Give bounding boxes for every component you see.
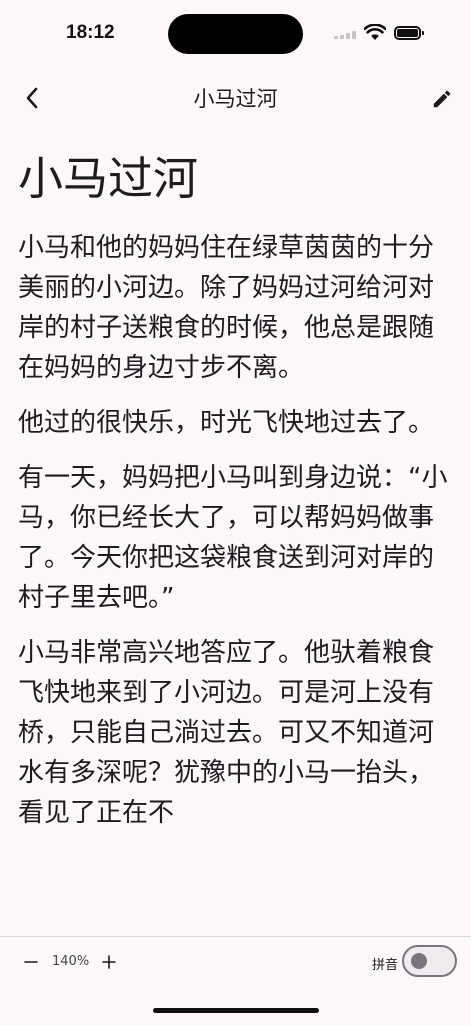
- edit-button[interactable]: [425, 82, 459, 116]
- pinyin-toggle[interactable]: [402, 945, 457, 977]
- signal-icon: [334, 31, 356, 39]
- toggle-thumb: [411, 953, 427, 969]
- chevron-left-icon: [26, 87, 38, 109]
- zoom-in-button[interactable]: [98, 951, 120, 973]
- pinyin-label: 拼音: [372, 958, 399, 973]
- battery-icon: [394, 26, 424, 40]
- minus-icon: [24, 961, 38, 963]
- story-paragraph: 他过的很快乐，时光飞快地过去了。: [18, 408, 435, 438]
- back-button[interactable]: [16, 80, 48, 116]
- dynamic-island: [168, 14, 303, 54]
- plus-icon: [102, 955, 116, 969]
- story-title: 小马过河: [18, 152, 199, 205]
- zoom-level: 140%: [52, 954, 90, 969]
- status-bar: 18:12: [0, 0, 471, 64]
- zoom-out-button[interactable]: [20, 951, 42, 973]
- story-paragraph: 小马和他的妈妈住在绿草茵茵的十分美丽的小河边。除了妈妈过河给河对岸的村子送粮食的…: [18, 233, 435, 383]
- wifi-icon: [364, 24, 386, 40]
- status-time: 18:12: [66, 22, 115, 43]
- app-bar: 小马过河: [0, 74, 471, 122]
- pencil-icon: [433, 90, 451, 108]
- story-paragraph: 有一天，妈妈把小马叫到身边说：“小马，你已经长大了，可以帮妈妈做事了。今天你把这…: [18, 463, 448, 613]
- bottom-toolbar: 140% 拼音: [0, 936, 471, 1025]
- story-content[interactable]: 小马过河 小马和他的妈妈住在绿草茵茵的十分美丽的小河边。除了妈妈过河给河对岸的村…: [18, 142, 458, 936]
- app-bar-title: 小马过河: [193, 87, 278, 111]
- home-indicator: [153, 1008, 319, 1013]
- story-paragraph: 小马非常高兴地答应了。他驮着粮食飞快地来到了小河边。可是河上没有桥，只能自己淌过…: [18, 638, 435, 828]
